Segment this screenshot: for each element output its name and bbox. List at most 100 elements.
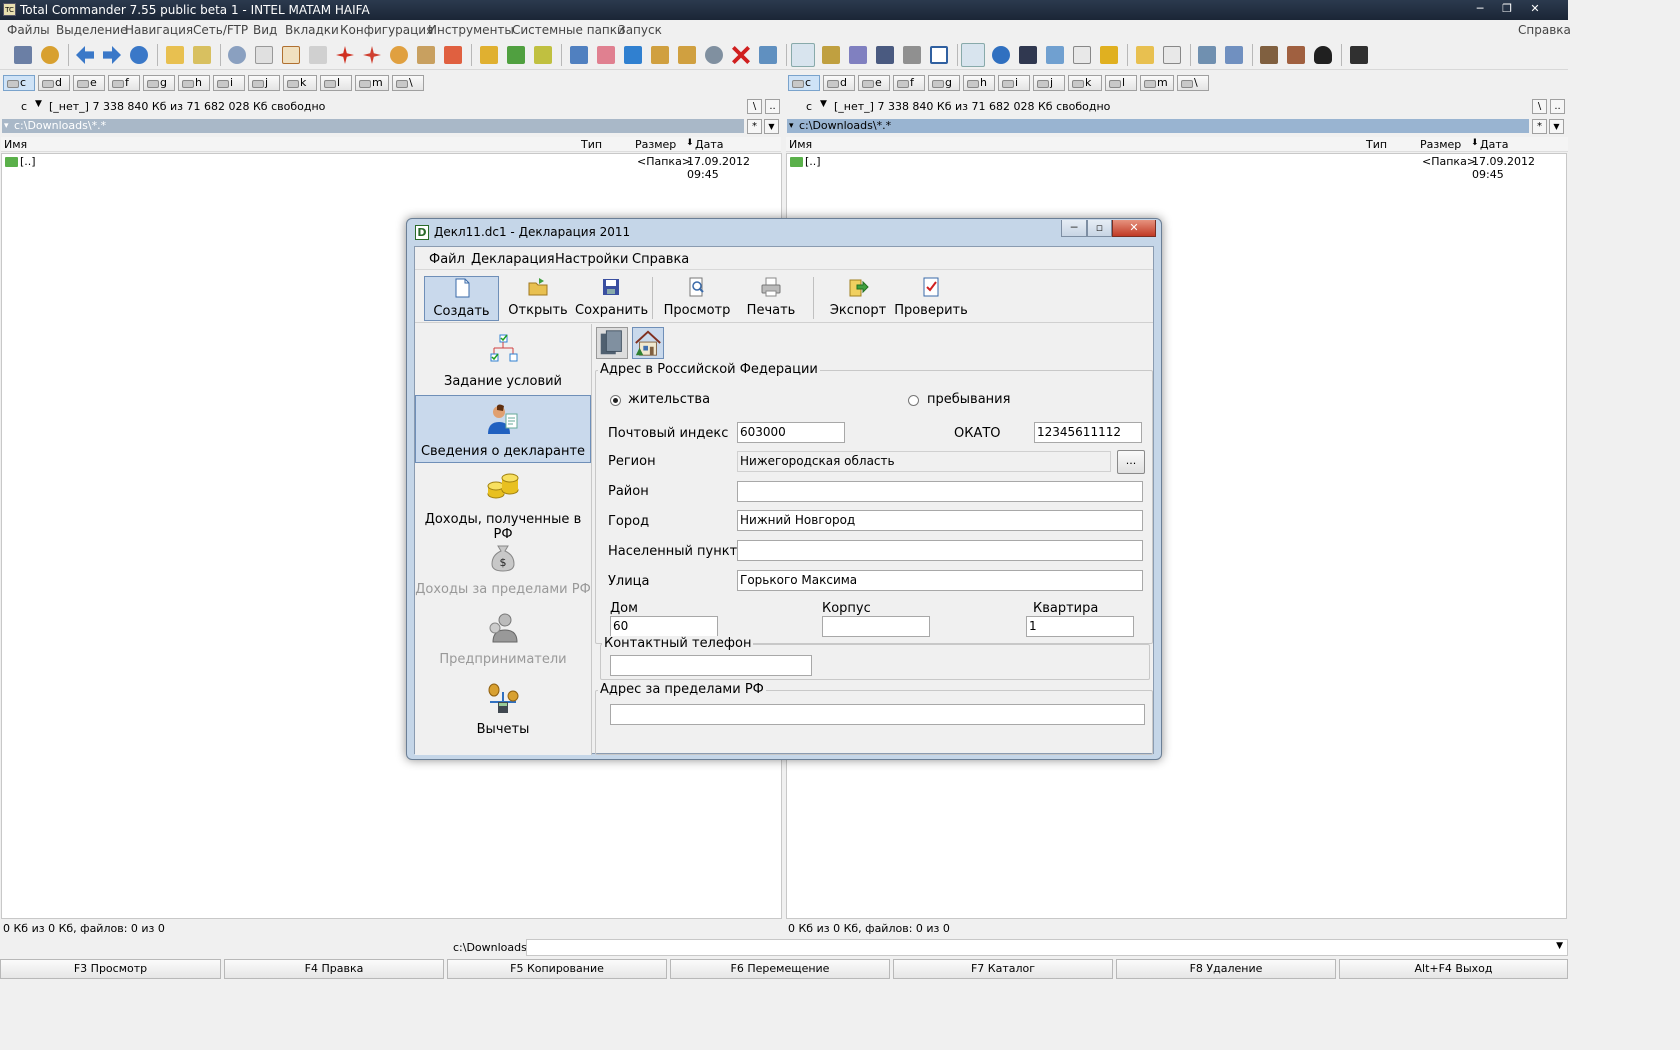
forward-arrow-icon[interactable] (103, 46, 121, 64)
tool-icon[interactable] (1260, 46, 1278, 64)
street-field[interactable]: Горького Максима (737, 570, 1143, 591)
nav-entrepreneurs[interactable]: Предприниматели (415, 604, 591, 672)
music-icon[interactable] (992, 46, 1010, 64)
minimize-button[interactable]: ─ (1469, 1, 1491, 17)
new-file-icon[interactable] (255, 46, 273, 64)
column-date[interactable]: Дата (695, 138, 723, 151)
column-type[interactable]: Тип (581, 138, 602, 151)
tree-view-icon[interactable] (849, 46, 867, 64)
menu-files[interactable]: Файлы (7, 23, 50, 37)
hotlist-button[interactable]: ▼ (764, 119, 779, 134)
drive-e-button[interactable]: e (858, 75, 890, 91)
drive-i-button[interactable]: i (213, 75, 245, 91)
drive-f-button[interactable]: f (893, 75, 925, 91)
drive-combo[interactable]: c (806, 100, 812, 113)
print-button[interactable]: Печать (739, 276, 803, 321)
drive-g-button[interactable]: g (928, 75, 960, 91)
foreign-address-field[interactable] (610, 704, 1145, 725)
menu-view[interactable]: Вид (253, 23, 277, 37)
menu-help[interactable]: Справка (1518, 23, 1571, 37)
copy-icon[interactable] (570, 46, 588, 64)
drive-d-button[interactable]: d (823, 75, 855, 91)
drive-network-button[interactable]: \ (392, 75, 424, 91)
tab-address[interactable] (632, 327, 664, 359)
drive-h-button[interactable]: h (963, 75, 995, 91)
menu-tabs[interactable]: Вкладки (285, 23, 339, 37)
video-icon[interactable] (1019, 46, 1037, 64)
nav-deductions[interactable]: Вычеты (415, 674, 591, 742)
drive-i-button[interactable]: i (998, 75, 1030, 91)
window-icon[interactable] (930, 46, 948, 64)
drive-e-button[interactable]: e (73, 75, 105, 91)
image-icon[interactable] (1046, 46, 1064, 64)
chevron-down-icon[interactable]: ▼ (820, 99, 827, 109)
archive-icon[interactable] (1100, 46, 1118, 64)
dialog-minimize-button[interactable]: ─ (1061, 220, 1087, 237)
sync-icon[interactable] (130, 46, 148, 64)
all-files-button[interactable] (961, 43, 985, 67)
drive-k-button[interactable]: k (1068, 75, 1102, 91)
clipboard-icon[interactable] (309, 46, 327, 64)
recycle-icon[interactable] (759, 46, 777, 64)
menu-navigation[interactable]: Навигация (125, 23, 193, 37)
menu-configuration[interactable]: Конфигурация (340, 23, 433, 37)
close-button[interactable]: ✕ (1524, 1, 1546, 17)
dialog-menu-help[interactable]: Справка (632, 252, 689, 267)
hotlist-button[interactable]: ▼ (1549, 119, 1564, 134)
column-size[interactable]: Размер (1420, 138, 1461, 151)
menu-tools[interactable]: Инструменты (428, 23, 514, 37)
f5-copy-button[interactable]: F5 Копирование (447, 959, 667, 979)
drive-f-button[interactable]: f (108, 75, 140, 91)
up-button[interactable]: .. (1550, 99, 1565, 114)
open-button[interactable]: Открыть (503, 276, 573, 321)
f6-move-button[interactable]: F6 Перемещение (670, 959, 890, 979)
tree-icon[interactable] (534, 46, 552, 64)
save-button[interactable]: Сохранить (575, 276, 648, 321)
ext-select-icon[interactable] (363, 46, 381, 64)
column-name[interactable]: Имя (789, 138, 812, 151)
region-field[interactable]: Нижегородская область (737, 451, 1111, 472)
menu-system-folders[interactable]: Системные папки (512, 23, 625, 37)
dialog-menu-declaration[interactable]: Декларация (471, 252, 555, 267)
command-input[interactable]: ▼ (526, 939, 1568, 956)
thumbnails-icon[interactable] (876, 46, 894, 64)
chevron-down-icon[interactable]: ▼ (35, 99, 42, 109)
unlock-icon[interactable] (678, 46, 696, 64)
download-icon[interactable] (624, 46, 642, 64)
left-path-bar[interactable]: c:\Downloads\*.* (2, 119, 744, 133)
nav-income-abroad[interactable]: $ Доходы за пределами РФ (415, 534, 591, 602)
drive-network-button[interactable]: \ (1177, 75, 1209, 91)
paste-icon[interactable] (417, 46, 435, 64)
altf4-exit-button[interactable]: Alt+F4 Выход (1339, 959, 1568, 979)
create-button[interactable]: Создать (424, 276, 499, 321)
lock-icon[interactable] (651, 46, 669, 64)
refresh-tree-icon[interactable] (14, 46, 32, 64)
dialog-menu-settings[interactable]: Настройки (555, 252, 628, 267)
locality-field[interactable] (737, 540, 1143, 561)
apartment-field[interactable]: 1 (1026, 616, 1134, 637)
text-file-icon[interactable] (1163, 46, 1181, 64)
drive-j-button[interactable]: j (1033, 75, 1065, 91)
postal-code-field[interactable]: 603000 (737, 422, 845, 443)
chevron-down-icon[interactable]: ▼ (1556, 941, 1563, 951)
right-path-bar[interactable]: c:\Downloads\*.* (787, 119, 1529, 133)
unpack-icon[interactable] (444, 46, 462, 64)
drive-h-button[interactable]: h (178, 75, 210, 91)
dialog-maximize-button[interactable]: ▫ (1087, 220, 1112, 237)
up-button[interactable]: .. (765, 99, 780, 114)
delete-icon[interactable] (732, 46, 750, 64)
f3-view-button[interactable]: F3 Просмотр (0, 959, 221, 979)
menu-start[interactable]: Запуск (618, 23, 662, 37)
city-field[interactable]: Нижний Новгород (737, 510, 1143, 531)
tab-personal[interactable] (596, 327, 628, 359)
quick-view-icon[interactable] (903, 46, 921, 64)
radio-residence[interactable] (610, 395, 621, 406)
column-date[interactable]: Дата (1480, 138, 1508, 151)
drive-m-button[interactable]: m (1140, 75, 1174, 91)
history-button[interactable]: * (747, 119, 762, 134)
plugin-icon[interactable] (1287, 46, 1305, 64)
menu-network[interactable]: Сеть/FTP (193, 23, 248, 37)
move-icon[interactable] (597, 46, 615, 64)
building-field[interactable] (822, 616, 930, 637)
drive-g-button[interactable]: g (143, 75, 175, 91)
